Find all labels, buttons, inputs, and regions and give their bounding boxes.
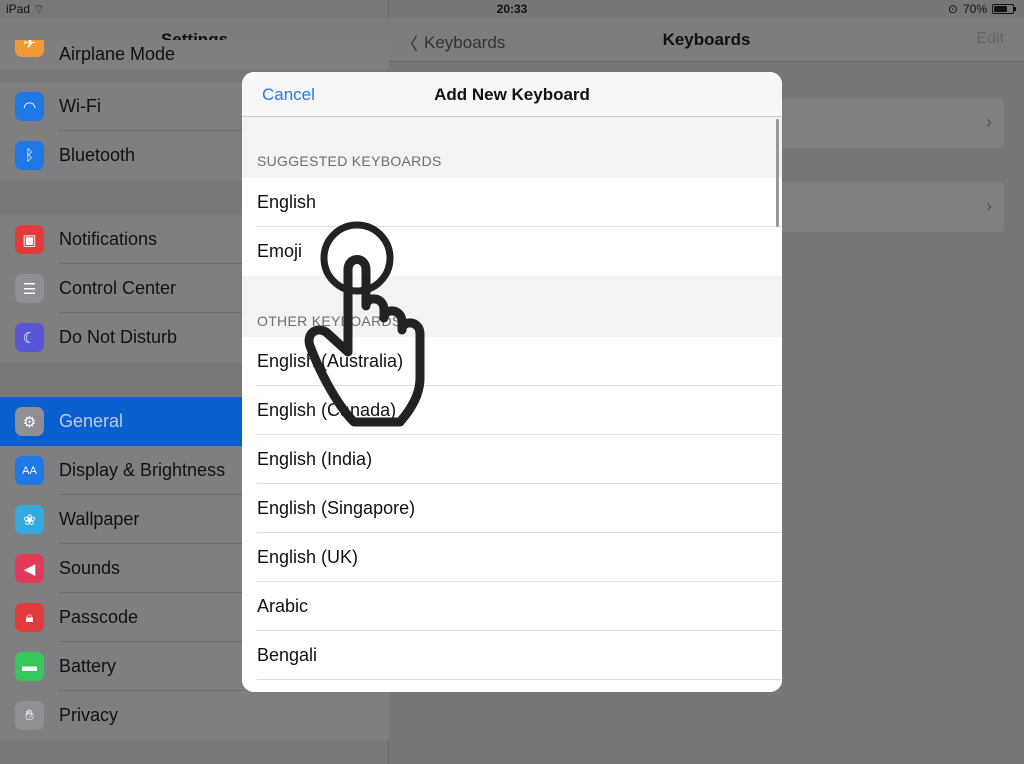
lock-icon: 🔒︎ bbox=[15, 603, 44, 632]
sidebar-item-label: Sounds bbox=[59, 558, 121, 578]
sidebar-item-label: Battery bbox=[59, 656, 117, 676]
orientation-lock-icon: ⊙ bbox=[947, 2, 958, 16]
detail-header: 〈 Keyboards Keyboards Edit bbox=[389, 18, 1024, 62]
battery-icon: ▬ bbox=[15, 652, 44, 681]
keyboard-option-english-india[interactable]: English (India) bbox=[242, 435, 782, 484]
keyboard-option-english-singapore[interactable]: English (Singapore) bbox=[242, 484, 782, 533]
notifications-icon: ▣ bbox=[15, 225, 44, 254]
battery-percent: 70% bbox=[962, 2, 987, 16]
sidebar-item-label: Do Not Disturb bbox=[59, 327, 178, 347]
status-time: 20:33 bbox=[496, 2, 528, 16]
wifi-icon: ◠ bbox=[15, 92, 44, 121]
modal-title: Add New Keyboard bbox=[434, 85, 590, 104]
sidebar-item-label: Notifications bbox=[59, 229, 158, 249]
hand-icon: ✋︎ bbox=[15, 701, 44, 730]
sidebar-item-label: Privacy bbox=[59, 705, 119, 725]
sidebar-item-label: Wallpaper bbox=[59, 509, 140, 529]
status-right: ⊙ 70% bbox=[947, 2, 1016, 16]
sidebar-item-label: Display & Brightness bbox=[59, 460, 226, 480]
sidebar-item-privacy[interactable]: ✋︎ Privacy bbox=[0, 691, 389, 740]
detail-title: Keyboards bbox=[662, 30, 751, 49]
airplane-icon: ✈ bbox=[15, 40, 44, 57]
display-icon: AA bbox=[15, 456, 44, 485]
moon-icon: ☾ bbox=[15, 323, 44, 352]
tap-hand-icon bbox=[304, 221, 425, 427]
sidebar-item-label: Control Center bbox=[59, 278, 177, 298]
battery-icon bbox=[992, 4, 1016, 14]
sidebar-item-label: Bluetooth bbox=[59, 145, 136, 165]
section-suggested-keyboards: SUGGESTED KEYBOARDS bbox=[257, 153, 442, 169]
modal-header: Cancel Add New Keyboard bbox=[242, 72, 782, 117]
sidebar-item-airplane-mode[interactable]: ✈ Airplane Mode bbox=[0, 40, 389, 70]
wallpaper-icon: ❀ bbox=[15, 505, 44, 534]
edit-button[interactable]: Edit bbox=[976, 30, 1004, 48]
detail-row-add-keyboard[interactable]: › bbox=[779, 182, 1004, 232]
sidebar-item-label: General bbox=[59, 411, 124, 431]
sounds-icon: ◀ bbox=[15, 554, 44, 583]
control-center-icon: ☰ bbox=[15, 274, 44, 303]
chevron-right-icon: › bbox=[986, 112, 992, 132]
keyboard-option-arabic[interactable]: Arabic bbox=[242, 582, 782, 631]
sidebar-item-label: Passcode bbox=[59, 607, 139, 627]
sidebar-item-label: Wi-Fi bbox=[59, 96, 101, 116]
chevron-right-icon: › bbox=[986, 196, 992, 216]
keyboard-option-english-uk[interactable]: English (UK) bbox=[242, 533, 782, 582]
keyboard-option-bengali[interactable]: Bengali bbox=[242, 631, 782, 680]
scrollbar[interactable] bbox=[776, 119, 779, 227]
status-bar: iPad ⌔ 20:33 ⊙ 70% bbox=[0, 0, 1024, 18]
gear-icon: ⚙ bbox=[15, 407, 44, 436]
bluetooth-icon: ᛒ bbox=[15, 141, 44, 170]
keyboard-option-partial[interactable] bbox=[242, 680, 782, 692]
detail-row-keyboards[interactable]: › bbox=[779, 98, 1004, 148]
sidebar-item-label: Airplane Mode bbox=[59, 44, 176, 64]
